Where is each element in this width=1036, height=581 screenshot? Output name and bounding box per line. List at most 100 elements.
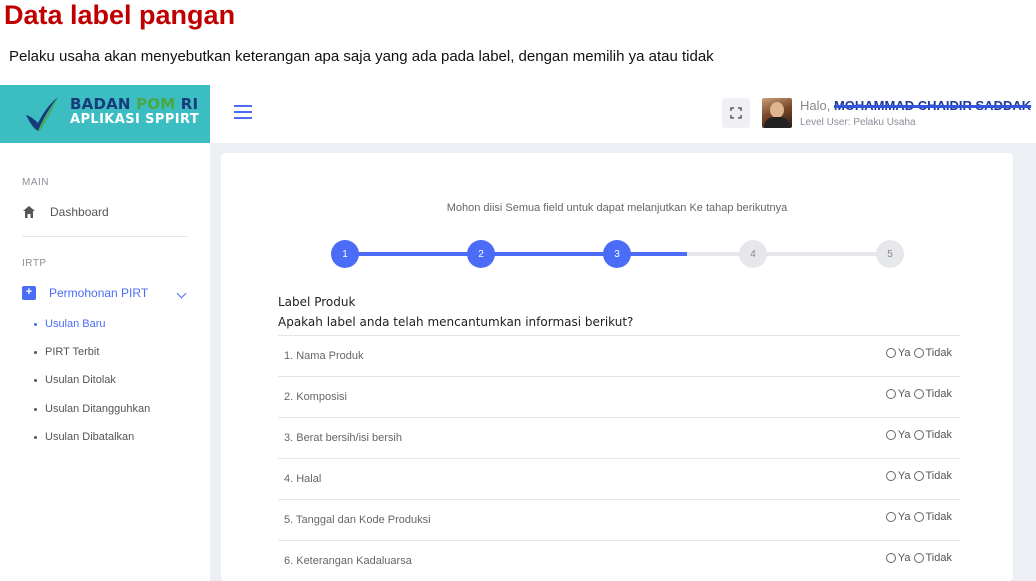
sidebar-item-label: Dashboard <box>50 205 109 219</box>
radio-circle-icon[interactable] <box>885 512 896 522</box>
form-notice: Mohon diisi Semua field untuk dapat mela… <box>446 202 788 214</box>
item-label: 4. Halal <box>284 473 322 485</box>
sidebar-item-label: Permohonan PIRT <box>49 286 149 300</box>
greeting-text: Halo, <box>800 98 834 113</box>
document-title: Data label pangan <box>4 0 236 30</box>
list-item: 5. Tanggal dan Kode Produksi Ya Tidak <box>278 499 960 540</box>
subitem-label: Usulan Ditangguhkan <box>45 403 151 415</box>
step-3[interactable]: 3 <box>603 240 631 268</box>
radio-ya[interactable]: Ya <box>885 347 911 359</box>
radio-ya[interactable]: Ya <box>885 511 911 523</box>
radio-circle-icon[interactable] <box>913 553 924 563</box>
step-2[interactable]: 2 <box>467 240 495 268</box>
radio-circle-icon[interactable] <box>913 389 924 399</box>
radio-circle-icon[interactable] <box>885 430 896 440</box>
radio-tidak[interactable]: Tidak <box>913 347 953 359</box>
sidebar-subitem-usulan-dibatalkan[interactable]: Usulan Dibatalkan <box>34 431 134 443</box>
step-connector <box>345 252 481 256</box>
document-subtitle: Pelaku usaha akan menyebutkan keterangan… <box>9 48 714 65</box>
brand-name-ri: RI <box>175 95 199 113</box>
subitem-label: Usulan Baru <box>45 318 106 330</box>
subitem-label: PIRT Terbit <box>45 346 100 358</box>
subitem-label: Usulan Dibatalkan <box>45 431 135 443</box>
label-checklist: 1. Nama Produk Ya Tidak 2. Komposisi Ya … <box>278 335 960 581</box>
section-title: Label Produk <box>278 295 356 309</box>
radio-ya[interactable]: Ya <box>885 429 911 441</box>
home-icon <box>23 206 35 218</box>
option-yes-label: Ya <box>897 470 911 482</box>
form-card: Mohon diisi Semua field untuk dapat mela… <box>221 153 1013 581</box>
brand-name-a: BADAN <box>70 95 137 113</box>
radio-circle-icon[interactable] <box>913 512 924 522</box>
radio-ya[interactable]: Ya <box>885 470 911 482</box>
radio-ya[interactable]: Ya <box>885 552 911 564</box>
sidebar-subitem-usulan-ditolak[interactable]: Usulan Ditolak <box>34 374 116 386</box>
menu-title-irtp: IRTP <box>22 258 47 269</box>
avatar[interactable] <box>762 98 792 128</box>
divider <box>22 236 187 237</box>
list-item: 1. Nama Produk Ya Tidak <box>278 335 960 376</box>
radio-tidak[interactable]: Tidak <box>913 511 952 523</box>
radio-circle-icon[interactable] <box>885 553 896 563</box>
sidebar: MAIN Dashboard IRTP + Permohonan PIRT Us… <box>0 143 210 581</box>
radio-circle-icon[interactable] <box>885 348 896 358</box>
fullscreen-button[interactable] <box>722 98 750 128</box>
option-yes-label: Ya <box>897 347 911 359</box>
brand-header: BADAN POM RI APLIKASI SPPIRT <box>0 85 210 143</box>
brand-app-name: APLIKASI SPPIRT <box>70 112 200 127</box>
option-no-label: Tidak <box>925 470 953 482</box>
sidebar-subitem-usulan-ditangguhkan[interactable]: Usulan Ditangguhkan <box>34 403 150 415</box>
menu-title-main: MAIN <box>22 177 49 188</box>
radio-tidak[interactable]: Tidak <box>913 388 953 400</box>
step-4[interactable]: 4 <box>739 240 767 268</box>
option-no-label: Tidak <box>925 388 953 400</box>
item-label: 5. Tanggal dan Kode Produksi <box>284 514 431 526</box>
item-label: 6. Keterangan Kadaluarsa <box>284 555 412 567</box>
radio-tidak[interactable]: Tidak <box>913 552 953 564</box>
radio-circle-icon[interactable] <box>913 430 924 440</box>
step-5[interactable]: 5 <box>876 240 904 268</box>
brand-name-pom: POM <box>136 95 176 113</box>
list-item: 6. Keterangan Kadaluarsa Ya Tidak <box>278 540 960 581</box>
user-greeting[interactable]: Halo, MOHAMMAD CHAIDIR SADDAK <box>800 98 1031 113</box>
user-level: Level User: Pelaku Usaha <box>800 117 916 128</box>
radio-circle-icon[interactable] <box>885 389 896 399</box>
option-no-label: Tidak <box>925 429 953 441</box>
sidebar-subitem-usulan-baru[interactable]: Usulan Baru <box>34 318 106 330</box>
step-1[interactable]: 1 <box>331 240 359 268</box>
step-connector <box>687 252 877 256</box>
item-label: 1. Nama Produk <box>284 350 364 362</box>
radio-tidak[interactable]: Tidak <box>913 429 953 441</box>
sidebar-item-dashboard[interactable]: Dashboard <box>22 205 109 219</box>
radio-ya[interactable]: Ya <box>885 388 911 400</box>
radio-circle-icon[interactable] <box>913 471 924 481</box>
user-name: MOHAMMAD CHAIDIR SADDAK <box>833 98 1032 113</box>
item-label: 3. Berat bersih/isi bersih <box>284 432 402 444</box>
stepper: 1 2 3 4 5 <box>331 238 904 268</box>
bpom-logo-icon <box>26 97 58 131</box>
app-window: BADAN POM RI APLIKASI SPPIRT Halo, MOHAM… <box>0 85 1036 581</box>
option-yes-label: Ya <box>897 388 911 400</box>
list-item: 4. Halal Ya Tidak <box>278 458 960 499</box>
fullscreen-icon <box>730 107 742 119</box>
option-no-label: Tidak <box>925 347 953 359</box>
plus-square-icon: + <box>22 286 36 300</box>
top-navbar: Halo, MOHAMMAD CHAIDIR SADDAK Level User… <box>210 85 1036 143</box>
option-yes-label: Ya <box>897 552 911 564</box>
option-yes-label: Ya <box>897 511 911 523</box>
radio-tidak[interactable]: Tidak <box>913 470 953 482</box>
option-yes-label: Ya <box>897 429 911 441</box>
sidebar-subitem-pirt-terbit[interactable]: PIRT Terbit <box>34 346 99 358</box>
list-item: 3. Berat bersih/isi bersih Ya Tidak <box>278 417 960 458</box>
radio-circle-icon[interactable] <box>913 348 924 358</box>
hamburger-icon[interactable] <box>234 105 252 119</box>
chevron-down-icon[interactable] <box>176 288 187 299</box>
form-question: Apakah label anda telah mencantumkan inf… <box>278 315 634 329</box>
step-connector <box>481 252 617 256</box>
subitem-label: Usulan Ditolak <box>45 374 116 386</box>
list-item: 2. Komposisi Ya Tidak <box>278 376 960 417</box>
option-no-label: Tidak <box>925 552 953 564</box>
radio-circle-icon[interactable] <box>885 471 896 481</box>
sidebar-item-permohonan-pirt[interactable]: + Permohonan PIRT <box>22 286 148 300</box>
item-label: 2. Komposisi <box>284 391 347 403</box>
